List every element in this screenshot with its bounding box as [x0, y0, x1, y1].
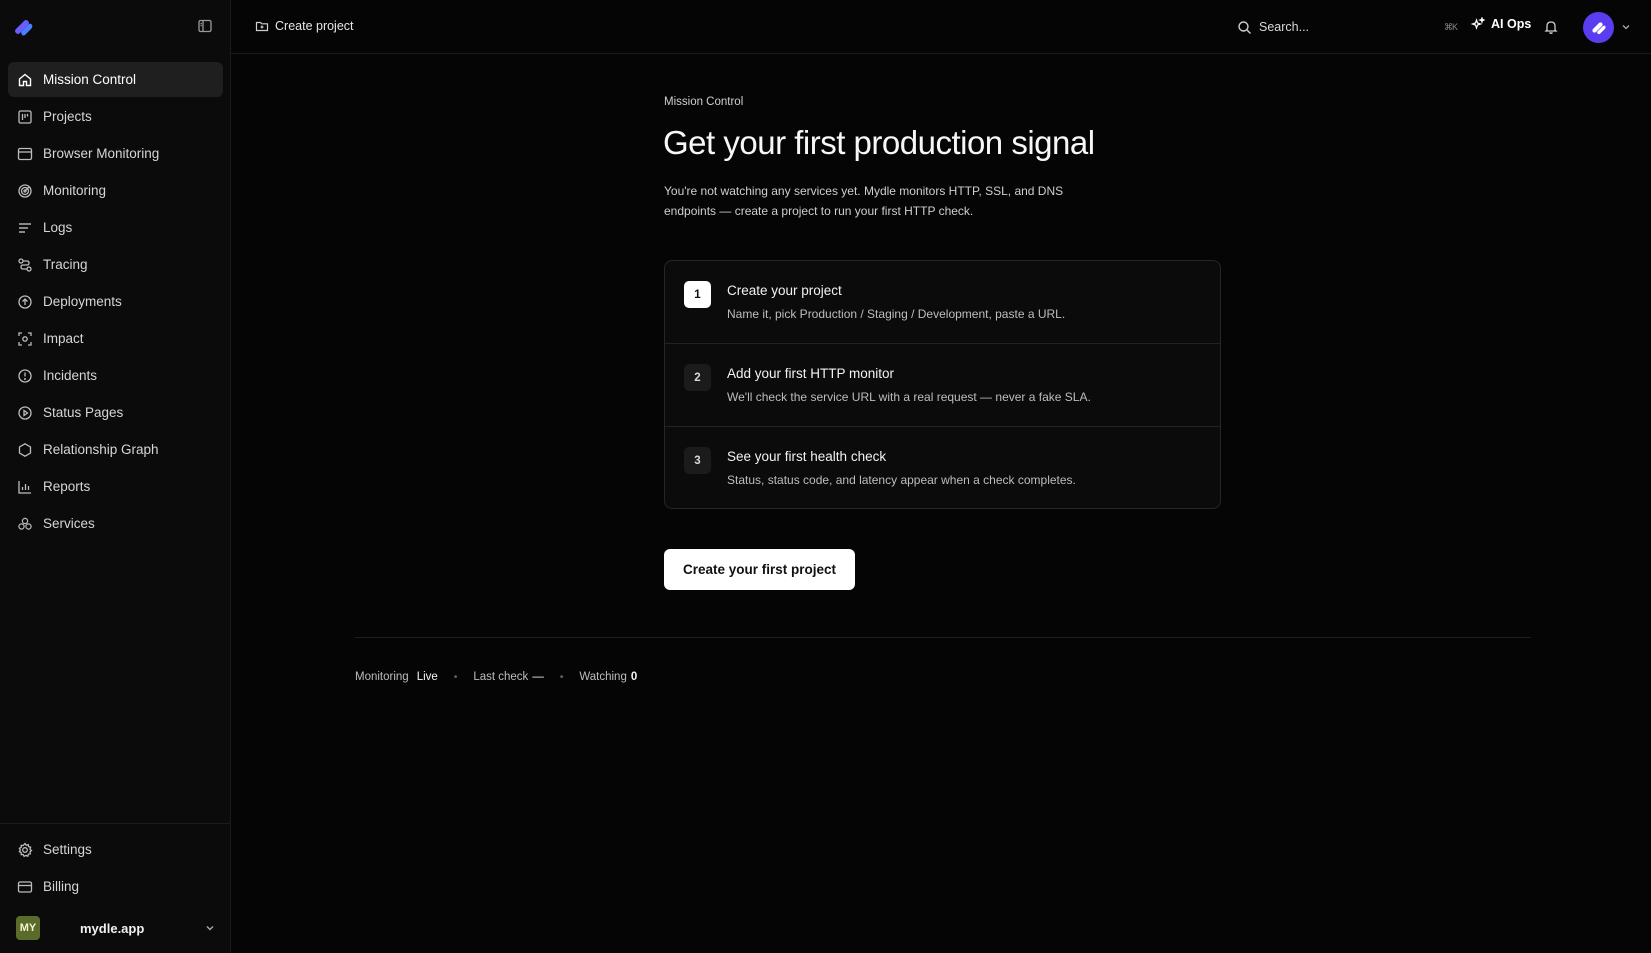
alert-circle-icon [16, 367, 33, 384]
gear-icon [16, 841, 33, 858]
play-circle-icon [16, 404, 33, 421]
workspace-switcher[interactable]: MY mydle.app [16, 915, 216, 941]
sidebar-item-deployments[interactable]: Deployments [8, 284, 223, 319]
divider [355, 637, 1531, 638]
step-number: 3 [684, 447, 711, 474]
sidebar-item-label: Relationship Graph [43, 442, 159, 457]
monitoring-value: Live [416, 671, 438, 683]
app-logo[interactable] [12, 17, 34, 37]
sidebar-item-label: Monitoring [43, 183, 107, 198]
chevron-down-icon [204, 922, 216, 934]
page-title: Get your first production signal [663, 124, 1095, 161]
sidebar-item-billing[interactable]: Billing [8, 869, 222, 904]
sidebar-item-label: Incidents [43, 368, 98, 383]
sidebar-toggle-icon[interactable] [197, 18, 213, 34]
step-description: Status, status code, and latency appear … [727, 473, 1076, 487]
step-item: 1 Create your project Name it, pick Prod… [665, 261, 1220, 344]
sidebar-item-label: Settings [43, 842, 92, 857]
separator-dot: • [559, 671, 564, 683]
browser-window-icon [16, 145, 33, 162]
sidebar-item-tracing[interactable]: Tracing [8, 247, 223, 282]
sidebar-item-logs[interactable]: Logs [8, 210, 223, 245]
workspace-badge: MY [16, 916, 40, 940]
route-icon [16, 256, 33, 273]
sidebar-item-label: Mission Control [43, 72, 137, 87]
search-shortcut: ⌘K [1443, 21, 1458, 32]
onboarding-steps: 1 Create your project Name it, pick Prod… [664, 260, 1221, 509]
chevron-down-icon[interactable] [1621, 22, 1631, 32]
step-description: Name it, pick Production / Staging / Dev… [727, 307, 1066, 321]
focus-scan-icon [16, 330, 33, 347]
sidebar-item-status-pages[interactable]: Status Pages [8, 395, 223, 430]
top-bar: Create project Search... ⌘K AI Ops [231, 0, 1651, 54]
sidebar-item-incidents[interactable]: Incidents [8, 358, 223, 393]
sidebar-nav: Mission Control Projects Browser Monitor… [8, 62, 223, 543]
step-number: 1 [684, 281, 711, 308]
sidebar-item-services[interactable]: Services [8, 506, 223, 541]
status-bar: Monitoring Live • Last check — • Watchin… [355, 671, 637, 683]
sidebar: Mission Control Projects Browser Monitor… [0, 0, 231, 953]
sparkles-icon [1471, 17, 1485, 31]
ai-ops-label: AI Ops [1491, 17, 1532, 31]
folder-icon [255, 19, 269, 33]
home-icon [16, 71, 33, 88]
sidebar-item-mission-control[interactable]: Mission Control [8, 62, 223, 97]
sidebar-item-label: Projects [43, 109, 92, 124]
sidebar-item-label: Browser Monitoring [43, 146, 160, 161]
monitoring-label: Monitoring [355, 671, 409, 683]
radar-icon [16, 182, 33, 199]
step-title: See your first health check [727, 449, 887, 464]
sidebar-item-label: Deployments [43, 294, 122, 309]
step-item: 3 See your first health check Status, st… [665, 427, 1220, 508]
step-title: Create your project [727, 283, 842, 298]
last-check-label: Last check [473, 671, 529, 683]
kanban-icon [16, 108, 33, 125]
search-input[interactable]: Search... ⌘K [1237, 16, 1458, 38]
sidebar-item-label: Logs [43, 220, 73, 235]
sidebar-item-label: Impact [43, 331, 84, 346]
step-description: We'll check the service URL with a real … [727, 390, 1091, 404]
app-window: Mission Control Projects Browser Monitor… [0, 0, 1651, 953]
sidebar-item-reports[interactable]: Reports [8, 469, 223, 504]
search-placeholder: Search... [1259, 20, 1310, 34]
sidebar-item-label: Billing [43, 879, 80, 894]
intro-text: You're not watching any services yet. My… [664, 184, 1064, 218]
separator-dot: • [453, 671, 458, 683]
last-check-value: — [532, 671, 544, 683]
step-item: 2 Add your first HTTP monitor We'll chec… [665, 344, 1220, 427]
sidebar-item-label: Status Pages [43, 405, 124, 420]
bar-chart-icon [16, 478, 33, 495]
create-first-project-button[interactable]: Create your first project [664, 549, 855, 590]
avatar[interactable] [1583, 12, 1614, 43]
watching-label: Watching [579, 671, 627, 683]
boxes-icon [16, 515, 33, 532]
arrow-up-circle-icon [16, 293, 33, 310]
sidebar-item-browser-monitoring[interactable]: Browser Monitoring [8, 136, 223, 171]
sidebar-item-relationship-graph[interactable]: Relationship Graph [8, 432, 223, 467]
lines-icon [16, 219, 33, 236]
breadcrumb-label: Create project [275, 19, 354, 33]
sidebar-item-impact[interactable]: Impact [8, 321, 223, 356]
sidebar-item-monitoring[interactable]: Monitoring [8, 173, 223, 208]
step-title: Add your first HTTP monitor [727, 366, 895, 381]
step-number: 2 [684, 364, 711, 391]
sidebar-item-label: Reports [43, 479, 91, 494]
page-eyebrow: Mission Control [664, 96, 744, 108]
sidebar-item-label: Services [43, 516, 95, 531]
ai-ops-button[interactable]: AI Ops [1471, 17, 1531, 31]
watching-value: 0 [630, 671, 638, 683]
sidebar-item-settings[interactable]: Settings [8, 832, 222, 867]
sidebar-item-label: Tracing [43, 257, 88, 272]
main-content: Mission Control Get your first productio… [231, 54, 1651, 953]
credit-card-icon [16, 878, 33, 895]
hexagon-icon [16, 441, 33, 458]
bell-icon[interactable] [1543, 19, 1559, 35]
workspace-name: mydle.app [80, 920, 145, 936]
breadcrumb[interactable]: Create project [255, 19, 354, 33]
sidebar-item-projects[interactable]: Projects [8, 99, 223, 134]
search-icon [1237, 20, 1252, 35]
